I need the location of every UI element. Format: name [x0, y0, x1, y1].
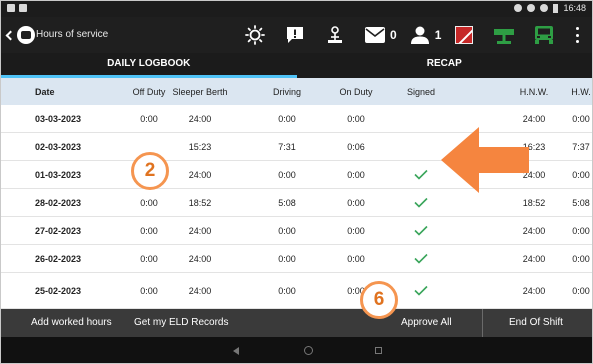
- table-row[interactable]: 25-02-2023 0:00 24:00 0:00 0:00 24:00 0:…: [1, 273, 592, 309]
- signed-check-icon: [391, 245, 451, 272]
- cell-date: 26-02-2023: [35, 253, 82, 264]
- brightness-icon[interactable]: [244, 24, 266, 46]
- table-header: Date Off Duty Sleeper Berth Driving On D…: [1, 78, 592, 105]
- cell-sleeper-berth: 24:00: [188, 225, 212, 236]
- cell-driving: 5:08: [278, 197, 296, 208]
- envelope-icon: [364, 24, 386, 46]
- message-count: 0: [390, 28, 397, 42]
- sync-icon: [514, 4, 523, 12]
- cell-date: 01-03-2023: [35, 169, 82, 180]
- cell-hnw: 24:00: [522, 285, 546, 296]
- system-nav-bar: [1, 337, 592, 363]
- app-title: Hours of service: [36, 29, 109, 40]
- signal-icon: [540, 4, 549, 12]
- cell-hw: 7:37: [572, 141, 590, 152]
- callout-marker-2: 2: [131, 152, 169, 190]
- cell-sleeper-berth: 15:23: [188, 141, 212, 152]
- divider: [482, 309, 483, 337]
- column-header-sleeper-berth: Sleeper Berth: [172, 86, 228, 97]
- messages-indicator[interactable]: 0: [364, 24, 397, 46]
- table-row[interactable]: 27-02-2023 0:00 24:00 0:00 0:00 24:00 0:…: [1, 217, 592, 245]
- app-logo-icon: [17, 26, 35, 44]
- cell-hw: 0:00: [572, 225, 590, 236]
- eld-device-icon[interactable]: [324, 24, 346, 46]
- back-chevron-icon: [5, 30, 16, 40]
- cell-driving: 7:31: [278, 141, 296, 152]
- cell-on-duty: 0:00: [347, 113, 365, 124]
- signed-check-icon: [391, 217, 451, 244]
- user-icon: [409, 24, 431, 46]
- signed-check-icon: [391, 273, 451, 308]
- cell-driving: 0:00: [278, 253, 296, 264]
- status-time: 16:48: [563, 3, 586, 13]
- cell-driving: 0:00: [278, 169, 296, 180]
- tab-recap[interactable]: RECAP: [297, 53, 593, 78]
- tab-daily-logbook[interactable]: DAILY LOGBOOK: [1, 53, 297, 78]
- cell-date: 28-02-2023: [35, 197, 82, 208]
- column-header-driving: Driving: [272, 86, 301, 97]
- nav-home-icon[interactable]: [304, 346, 313, 355]
- cell-hw: 0:00: [572, 253, 590, 264]
- highlight-arrow-icon: [441, 127, 529, 193]
- cell-sleeper-berth: 24:00: [188, 253, 212, 264]
- nav-recents-icon[interactable]: [375, 347, 382, 354]
- cell-hnw: 24:00: [522, 253, 546, 264]
- cell-date: 03-03-2023: [35, 113, 82, 124]
- nav-back-icon[interactable]: [233, 347, 239, 355]
- cell-date: 25-02-2023: [35, 285, 82, 296]
- user-count: 1: [434, 28, 442, 42]
- more-menu-icon[interactable]: [576, 27, 580, 43]
- get-eld-records-button[interactable]: Get my ELD Records: [134, 309, 228, 337]
- cell-on-duty: 0:00: [347, 197, 365, 208]
- cell-on-duty: 0:06: [347, 141, 365, 152]
- cell-on-duty: 0:00: [347, 253, 365, 264]
- cell-hw: 0:00: [572, 169, 590, 180]
- cell-sleeper-berth: 24:00: [188, 113, 212, 124]
- cell-driving: 0:00: [278, 113, 296, 124]
- users-indicator[interactable]: 1: [409, 24, 442, 46]
- column-header-signed: Signed: [406, 86, 436, 97]
- status-icons: 16:48: [514, 3, 586, 13]
- app-bar-actions: 0 1: [244, 23, 573, 47]
- add-worked-hours-button[interactable]: Add worked hours: [31, 309, 112, 337]
- truck-icon[interactable]: [533, 24, 555, 46]
- column-header-date[interactable]: Date: [35, 78, 55, 105]
- cell-hw: 0:00: [572, 285, 590, 296]
- status-bar: 16:48: [1, 1, 592, 17]
- callout-marker-6: 6: [360, 281, 398, 319]
- table-row[interactable]: 26-02-2023 0:00 24:00 0:00 0:00 24:00 0:…: [1, 245, 592, 273]
- column-header-on-duty: On Duty: [339, 86, 373, 97]
- end-of-shift-button[interactable]: End Of Shift: [509, 309, 563, 337]
- bottom-action-bar: Add worked hours Get my ELD Records Appr…: [1, 309, 592, 337]
- cell-on-duty: 0:00: [347, 225, 365, 236]
- column-header-hw: H.W.: [571, 86, 591, 97]
- battery-icon: [553, 3, 559, 13]
- wifi-icon: [527, 4, 536, 12]
- column-header-hnw: H.N.W.: [519, 86, 549, 97]
- alert-message-icon[interactable]: [284, 24, 306, 46]
- cell-on-duty: 0:00: [347, 169, 365, 180]
- network-icon[interactable]: [493, 24, 515, 46]
- cell-hnw: 24:00: [522, 225, 546, 236]
- app-bar: Hours of service 0 1: [1, 17, 592, 53]
- cell-date: 27-02-2023: [35, 225, 82, 236]
- logbook-tabs: DAILY LOGBOOK RECAP: [1, 53, 592, 78]
- app-screen: 16:48 Hours of service 0 1 DAILY LOGBOOK…: [0, 0, 593, 364]
- flag-icon[interactable]: [453, 24, 475, 46]
- cell-sleeper-berth: 18:52: [188, 197, 212, 208]
- cell-sleeper-berth: 24:00: [188, 285, 212, 296]
- notification-icons: [7, 4, 27, 12]
- cell-sleeper-berth: 24:00: [188, 169, 212, 180]
- cell-hw: 0:00: [572, 113, 590, 124]
- cell-hw: 5:08: [572, 197, 590, 208]
- cell-driving: 0:00: [278, 285, 296, 296]
- approve-all-button[interactable]: Approve All: [401, 309, 452, 337]
- cell-driving: 0:00: [278, 225, 296, 236]
- cell-date: 02-03-2023: [35, 141, 82, 152]
- back-button[interactable]: [5, 26, 35, 44]
